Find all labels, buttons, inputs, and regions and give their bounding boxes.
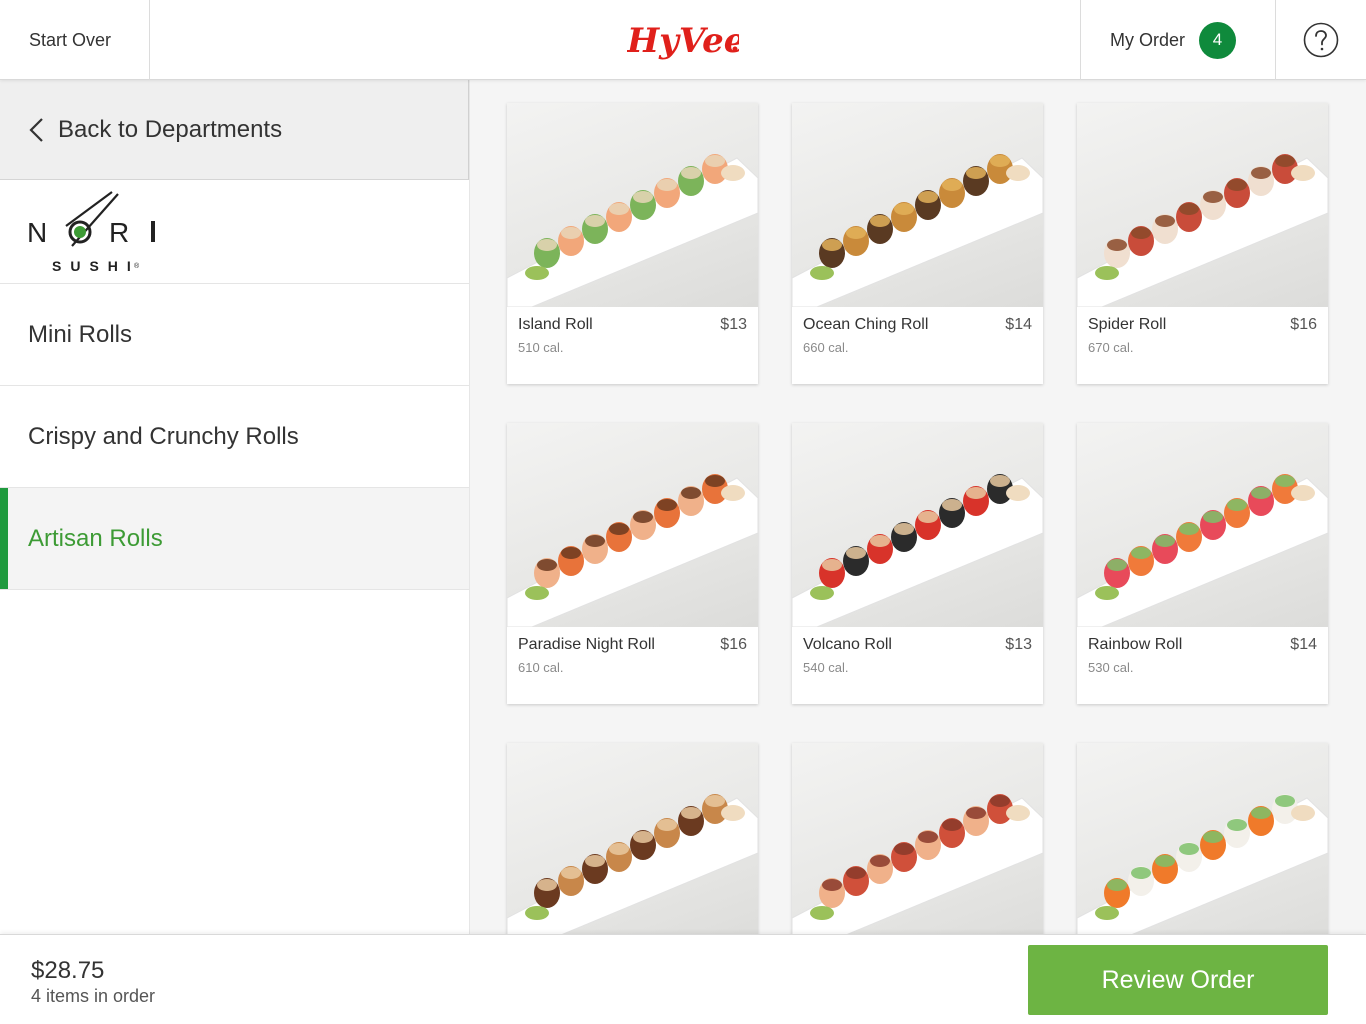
product-name: Spider Roll [1088,316,1167,333]
product-price: $16 [1290,316,1317,333]
product-name: Island Roll [518,316,593,333]
hyvee-logo: HyVee [626,21,745,62]
product-calories: 610 cal. [518,660,564,675]
category-label: Artisan Rolls [28,524,163,552]
product-name: Paradise Night Roll [518,636,655,653]
start-over-label: Start Over [29,29,112,50]
product-card[interactable]: Volcano Roll $13 540 cal. [792,423,1043,704]
product-image [792,743,1043,934]
product-price: $13 [1005,636,1032,653]
product-card[interactable]: Rainbow Roll $14 530 cal. [1077,423,1328,704]
nori-sushi-logo: N R SUSHI ® [0,180,469,284]
product-image [507,103,758,307]
product-card[interactable] [792,743,1043,934]
product-price: $13 [720,316,747,333]
back-label: Back to Departments [58,115,283,143]
product-card[interactable]: Spider Roll $16 670 cal. [1077,103,1328,384]
product-price: $16 [720,636,747,653]
svg-text:N: N [27,217,51,248]
product-calories: 670 cal. [1088,340,1134,355]
product-calories: 530 cal. [1088,660,1134,675]
category-label: Mini Rolls [28,320,133,348]
order-total: $28.75 [31,957,105,984]
product-price: $14 [1290,636,1317,653]
svg-text:R: R [109,217,129,248]
product-image [1077,743,1328,934]
product-image [792,103,1043,307]
product-name: Volcano Roll [803,636,892,653]
product-price: $14 [1005,316,1032,333]
product-card[interactable] [507,743,758,934]
product-calories: 660 cal. [803,340,849,355]
start-over-button[interactable]: Start Over [0,0,150,80]
chevron-left-icon [29,117,43,142]
category-crispy-crunchy-rolls[interactable]: Crispy and Crunchy Rolls [0,386,469,488]
product-name: Ocean Ching Roll [803,316,929,333]
product-card[interactable] [1077,743,1328,934]
product-image [507,423,758,627]
product-name: Rainbow Roll [1088,636,1183,653]
product-image [792,423,1043,627]
order-count-badge: 4 [1199,21,1237,59]
my-order-label: My Order [1110,29,1186,50]
order-item-count: 4 items in order [31,986,156,1006]
category-sidebar: Back to Departments N R SUSHI ® Mini Rol… [0,80,470,934]
category-label: Crispy and Crunchy Rolls [28,422,299,450]
my-order-button[interactable]: My Order 4 [1080,0,1276,80]
product-grid: Island Roll $13 510 cal. Ocean Ching Roll $… [470,80,1366,934]
svg-text:HyVee: HyVee [627,22,739,61]
svg-text:SUSHI: SUSHI [52,258,140,274]
product-card[interactable]: Paradise Night Roll $16 610 cal. [507,423,758,704]
product-image [1077,103,1328,307]
product-card[interactable]: Island Roll $13 510 cal. [507,103,758,384]
svg-text:®: ® [134,262,140,270]
product-image [1077,423,1328,627]
order-summary-bar: $28.75 4 items in order Review Order [0,934,1366,1024]
review-order-button[interactable]: Review Order [1028,945,1328,1015]
product-calories: 510 cal. [518,340,564,355]
product-calories: 540 cal. [803,660,849,675]
category-artisan-rolls[interactable]: Artisan Rolls [0,488,469,590]
category-mini-rolls[interactable]: Mini Rolls [0,284,469,386]
product-image [507,743,758,934]
question-circle-icon [1303,22,1339,58]
back-to-departments-button[interactable]: Back to Departments [0,80,469,180]
top-bar: Start Over HyVee My Order 4 [0,0,1366,80]
product-card[interactable]: Ocean Ching Roll $14 660 cal. [792,103,1043,384]
help-button[interactable] [1276,0,1366,80]
